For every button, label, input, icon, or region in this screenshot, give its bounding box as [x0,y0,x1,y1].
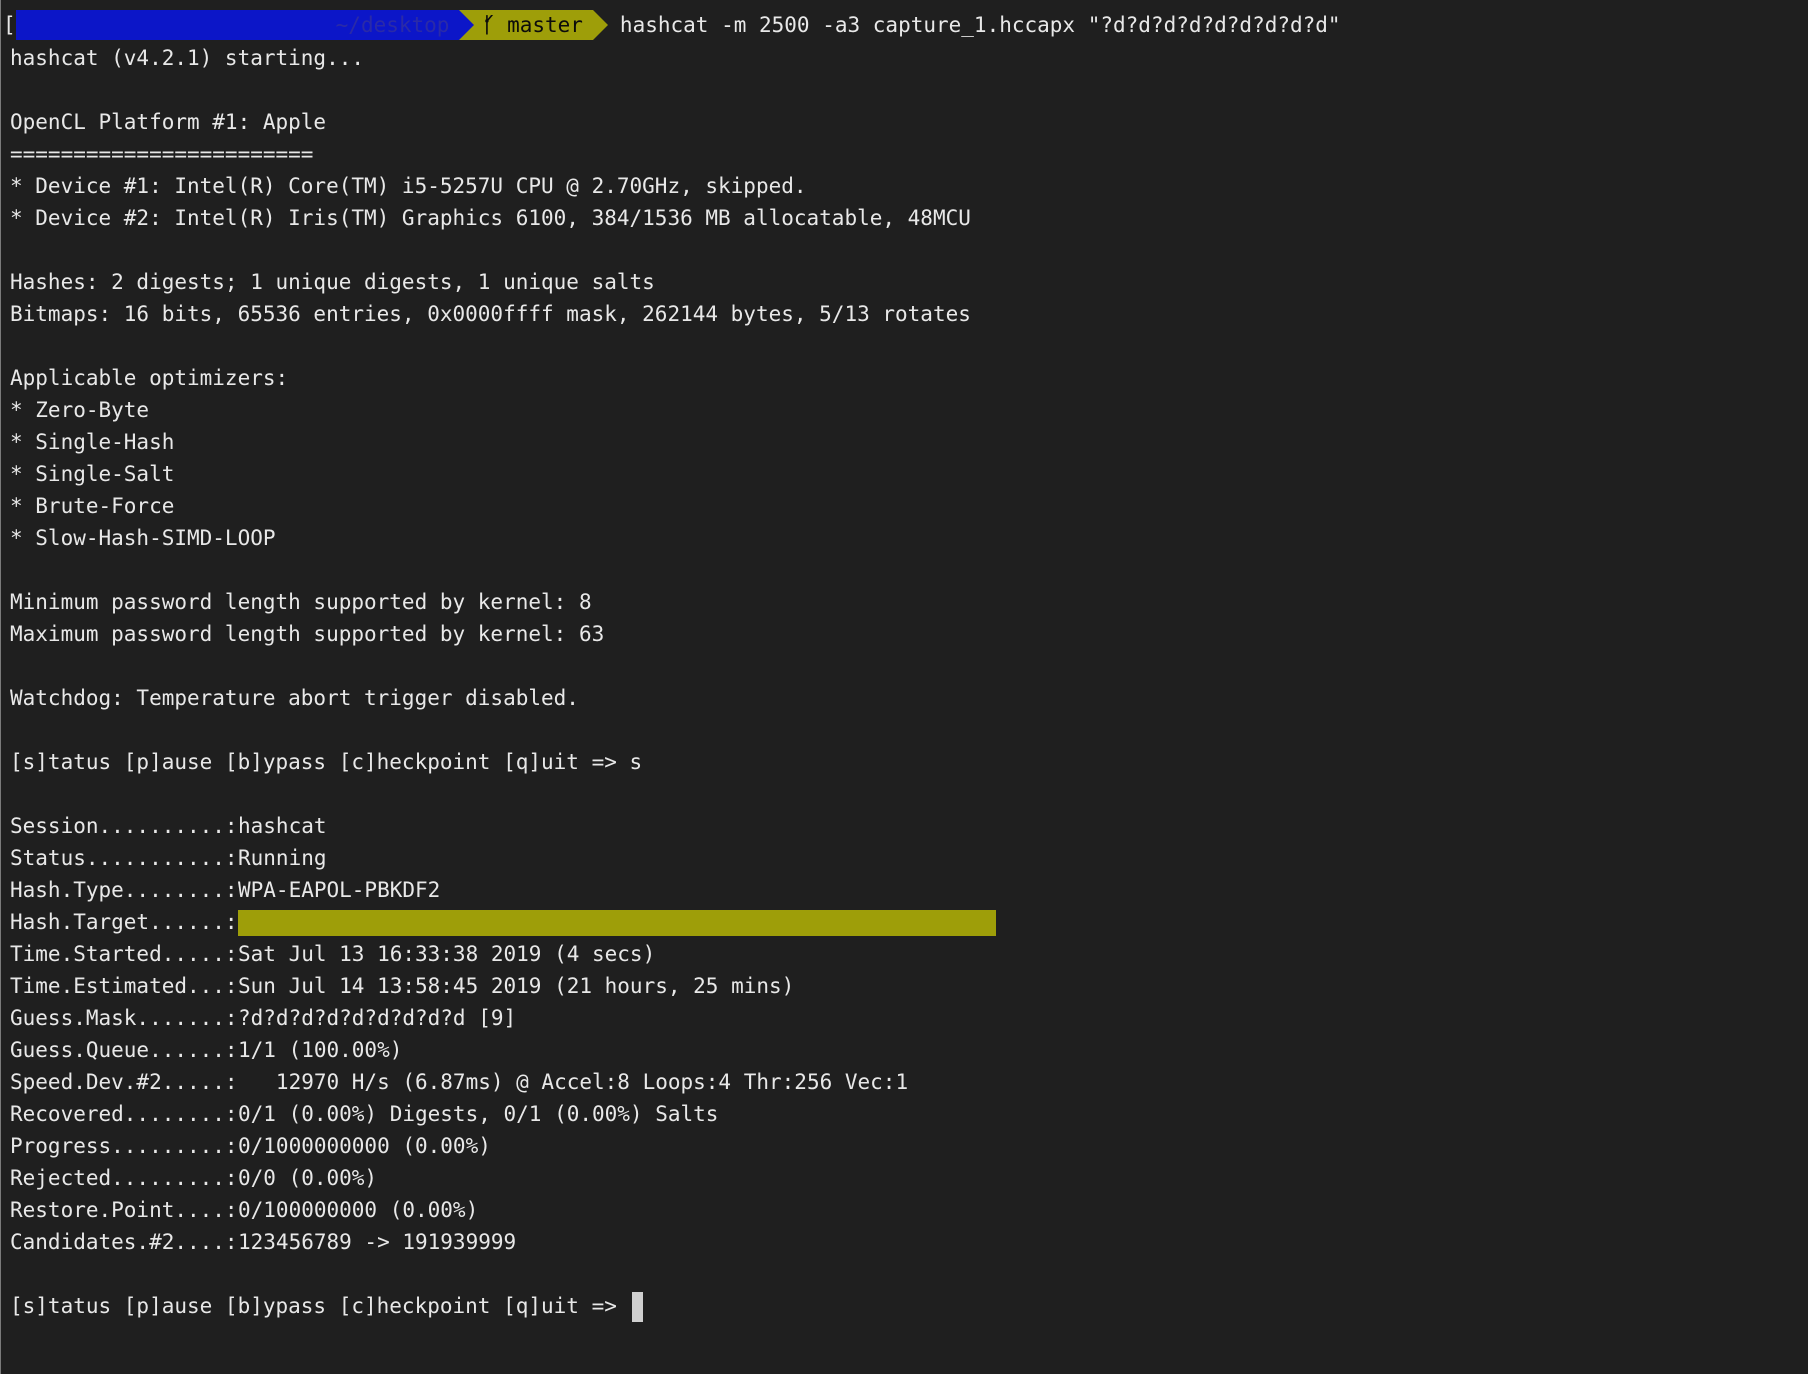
status-key: Progress.........: [10,1134,238,1158]
status-key: Hash.Target......: [10,910,238,934]
status-row: Speed.Dev.#2.....: 12970 H/s (6.87ms) @ … [10,1066,1808,1098]
output-line-bitmaps: Bitmaps: 16 bits, 65536 entries, 0x0000f… [10,302,971,326]
entered-command: hashcat -m 2500 -a3 capture_1.hccapx "?d… [619,13,1341,37]
status-row: Progress.........:0/1000000000 (0.00%) [10,1130,1808,1162]
status-value: 0/100000000 (0.00%) [238,1198,479,1222]
status-key: Hash.Type........: [10,878,238,902]
status-key: Candidates.#2....: [10,1230,238,1254]
status-key: Rejected.........: [10,1166,238,1190]
hash-target-redacted [238,910,996,936]
status-row: Recovered........:0/1 (0.00%) Digests, 0… [10,1098,1808,1130]
output-line-optimizers-title: Applicable optimizers: [10,366,289,390]
status-value: Running [238,846,327,870]
terminal-output: hashcat (v4.2.1) starting... OpenCL Plat… [10,42,1808,1322]
status-key: Time.Estimated...: [10,974,238,998]
git-branch-name: master [507,13,583,37]
terminal-window[interactable]: [ ~/desktop ᚶ master hashcat -m 2500 -a3… [0,0,1808,1374]
status-key: Status...........: [10,846,238,870]
status-key: Session..........: [10,814,238,838]
optimizer-item: * Slow-Hash-SIMD-LOOP [10,526,276,550]
prompt-user-segment [15,10,312,40]
status-key: Restore.Point....: [10,1198,238,1222]
git-branch-icon: ᚶ [482,13,496,37]
status-value: Sat Jul 13 16:33:38 2019 (4 secs) [238,942,656,966]
text-cursor[interactable] [631,1292,643,1322]
optimizer-item: * Single-Hash [10,430,175,454]
output-line-rule: ======================== [10,142,314,166]
status-row: Guess.Queue......:1/1 (100.00%) [10,1034,1808,1066]
status-row: Time.Estimated...:Sun Jul 14 13:58:45 20… [10,970,1808,1002]
status-row: Hash.Type........:WPA-EAPOL-PBKDF2 [10,874,1808,906]
prompt-bracket: [ [3,13,16,37]
output-line-starting: hashcat (v4.2.1) starting... [10,46,365,70]
status-row: Guess.Mask.......:?d?d?d?d?d?d?d?d?d [9] [10,1002,1808,1034]
status-row: Restore.Point....:0/100000000 (0.00%) [10,1194,1808,1226]
status-value: 0/1 (0.00%) Digests, 0/1 (0.00%) Salts [238,1102,719,1126]
status-row: Time.Started.....:Sat Jul 13 16:33:38 20… [10,938,1808,970]
prompt-path-segment: ~/desktop [311,10,460,40]
shell-prompt: [ ~/desktop ᚶ master hashcat -m 2500 -a3… [1,10,1341,40]
status-value: Sun Jul 14 13:58:45 2019 (21 hours, 25 m… [238,974,795,998]
status-key: Time.Started.....: [10,942,238,966]
output-line-min-length: Minimum password length supported by ker… [10,590,592,614]
output-line-max-length: Maximum password length supported by ker… [10,622,605,646]
status-value: ?d?d?d?d?d?d?d?d?d [9] [238,1006,517,1030]
output-line-device-2: * Device #2: Intel(R) Iris(TM) Graphics … [10,206,971,230]
status-key: Speed.Dev.#2.....: [10,1070,238,1094]
prompt-separator-arrow [459,10,475,40]
status-row: Hash.Target......: [10,906,1808,938]
prompt-git-segment: ᚶ master [474,10,593,40]
interactive-prompt-line[interactable]: [s]tatus [p]ause [b]ypass [c]heckpoint [… [10,1290,1808,1322]
status-value: 123456789 -> 191939999 [238,1230,517,1254]
interactive-menu: [s]tatus [p]ause [b]ypass [c]heckpoint [… [10,1294,630,1318]
status-value: 0/1000000000 (0.00%) [238,1134,491,1158]
status-value: WPA-EAPOL-PBKDF2 [238,878,441,902]
status-row: Session..........:hashcat [10,810,1808,842]
status-row: Rejected.........:0/0 (0.00%) [10,1162,1808,1194]
output-line-device-1: * Device #1: Intel(R) Core(TM) i5-5257U … [10,174,807,198]
optimizer-item: * Zero-Byte [10,398,150,422]
interactive-menu-line: [s]tatus [p]ause [b]ypass [c]heckpoint [… [10,750,643,774]
status-key: Recovered........: [10,1102,238,1126]
status-value: 0/0 (0.00%) [238,1166,378,1190]
output-line-platform: OpenCL Platform #1: Apple [10,110,327,134]
output-line-watchdog: Watchdog: Temperature abort trigger disa… [10,686,579,710]
status-row: Status...........:Running [10,842,1808,874]
status-row: Candidates.#2....:123456789 -> 191939999 [10,1226,1808,1258]
status-key: Guess.Queue......: [10,1038,238,1062]
optimizer-item: * Single-Salt [10,462,175,486]
output-line-hashes: Hashes: 2 digests; 1 unique digests, 1 u… [10,270,655,294]
prompt-end-arrow [592,10,608,40]
optimizer-item: * Brute-Force [10,494,175,518]
status-key: Guess.Mask.......: [10,1006,238,1030]
status-value: 12970 H/s (6.87ms) @ Accel:8 Loops:4 Thr… [238,1070,909,1094]
status-value: 1/1 (100.00%) [238,1038,403,1062]
status-value: hashcat [238,814,327,838]
